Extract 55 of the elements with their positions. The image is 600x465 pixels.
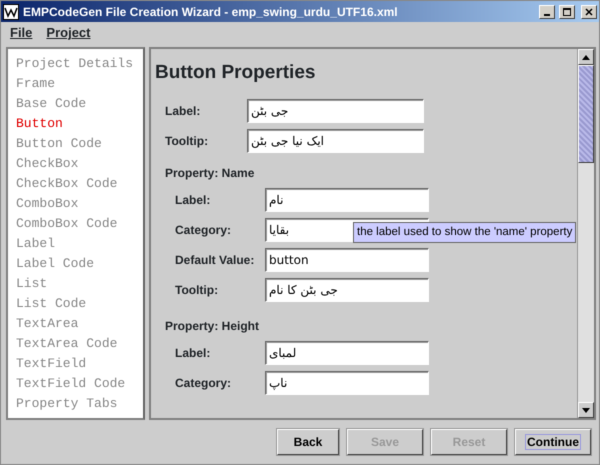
app-icon bbox=[3, 4, 19, 20]
scroll-down-button[interactable] bbox=[578, 402, 594, 418]
field-label: Tooltip: bbox=[174, 282, 220, 298]
step-item[interactable]: Base Code bbox=[16, 94, 143, 114]
step-item[interactable]: TextArea Code bbox=[16, 334, 143, 354]
step-item[interactable]: Property Tabs bbox=[16, 394, 143, 414]
step-item[interactable]: Project Details bbox=[16, 54, 143, 74]
text-field[interactable]: ناپ bbox=[265, 370, 429, 394]
step-item[interactable]: ComboBox bbox=[16, 194, 143, 214]
field-label: Default Value: bbox=[174, 252, 256, 268]
text-field[interactable]: جی بٹن bbox=[247, 98, 424, 122]
step-item[interactable]: TextField bbox=[16, 354, 143, 374]
window-title: EMPCodeGen File Creation Wizard - emp_swing_urdu_UTF16.xml bbox=[23, 4, 399, 20]
field-label: Label: bbox=[174, 344, 212, 362]
text-field[interactable]: جی بٹن کا نام bbox=[265, 278, 429, 302]
wizard-button[interactable]: Continue bbox=[515, 429, 591, 455]
tooltip: the label used to show the 'name' property bbox=[353, 222, 576, 244]
step-item[interactable]: Button bbox=[16, 114, 143, 134]
text-field[interactable]: لمبای bbox=[265, 340, 429, 364]
wizard-button[interactable]: Back bbox=[277, 429, 339, 455]
step-item[interactable]: CheckBox Code bbox=[16, 174, 143, 194]
step-item[interactable]: Button Code bbox=[16, 134, 143, 154]
step-item[interactable]: Label bbox=[16, 234, 143, 254]
step-item[interactable]: TextArea bbox=[16, 314, 143, 334]
menu-item[interactable]: Project bbox=[46, 23, 90, 43]
step-item[interactable]: List Code bbox=[16, 294, 143, 314]
maximize-icon bbox=[563, 8, 571, 16]
section-heading: Button Properties bbox=[155, 61, 316, 85]
field-label: Label: bbox=[174, 192, 212, 208]
close-button[interactable] bbox=[581, 4, 597, 18]
minimize-button[interactable] bbox=[539, 4, 555, 18]
step-item[interactable]: Label Code bbox=[16, 254, 143, 274]
text-field[interactable]: ایک نیا جی بٹن bbox=[247, 128, 424, 152]
step-item[interactable]: CheckBox bbox=[16, 154, 143, 174]
close-icon bbox=[585, 8, 593, 16]
menu-item[interactable]: File bbox=[10, 23, 32, 43]
maximize-button[interactable] bbox=[559, 4, 575, 18]
scroll-thumb[interactable] bbox=[578, 65, 594, 163]
minimize-icon bbox=[544, 14, 550, 16]
group-title: Property: Name bbox=[164, 164, 256, 182]
down-arrow-icon bbox=[582, 408, 590, 412]
step-item[interactable]: Frame bbox=[16, 74, 143, 94]
group-title: Property: Height bbox=[164, 318, 260, 334]
text-field[interactable]: نام bbox=[265, 188, 429, 212]
step-item[interactable]: ComboBox Code bbox=[16, 214, 143, 234]
text-field[interactable]: button bbox=[265, 248, 429, 272]
field-label: Category: bbox=[174, 374, 232, 392]
field-label: Tooltip: bbox=[164, 132, 210, 150]
scroll-up-button[interactable] bbox=[578, 49, 594, 65]
step-item[interactable]: List bbox=[16, 274, 143, 294]
step-item[interactable]: TextField Code bbox=[16, 374, 143, 394]
field-label: Label: bbox=[164, 102, 202, 120]
scrollbar[interactable] bbox=[577, 49, 594, 418]
up-arrow-icon bbox=[582, 54, 590, 60]
field-label: Category: bbox=[174, 222, 232, 238]
